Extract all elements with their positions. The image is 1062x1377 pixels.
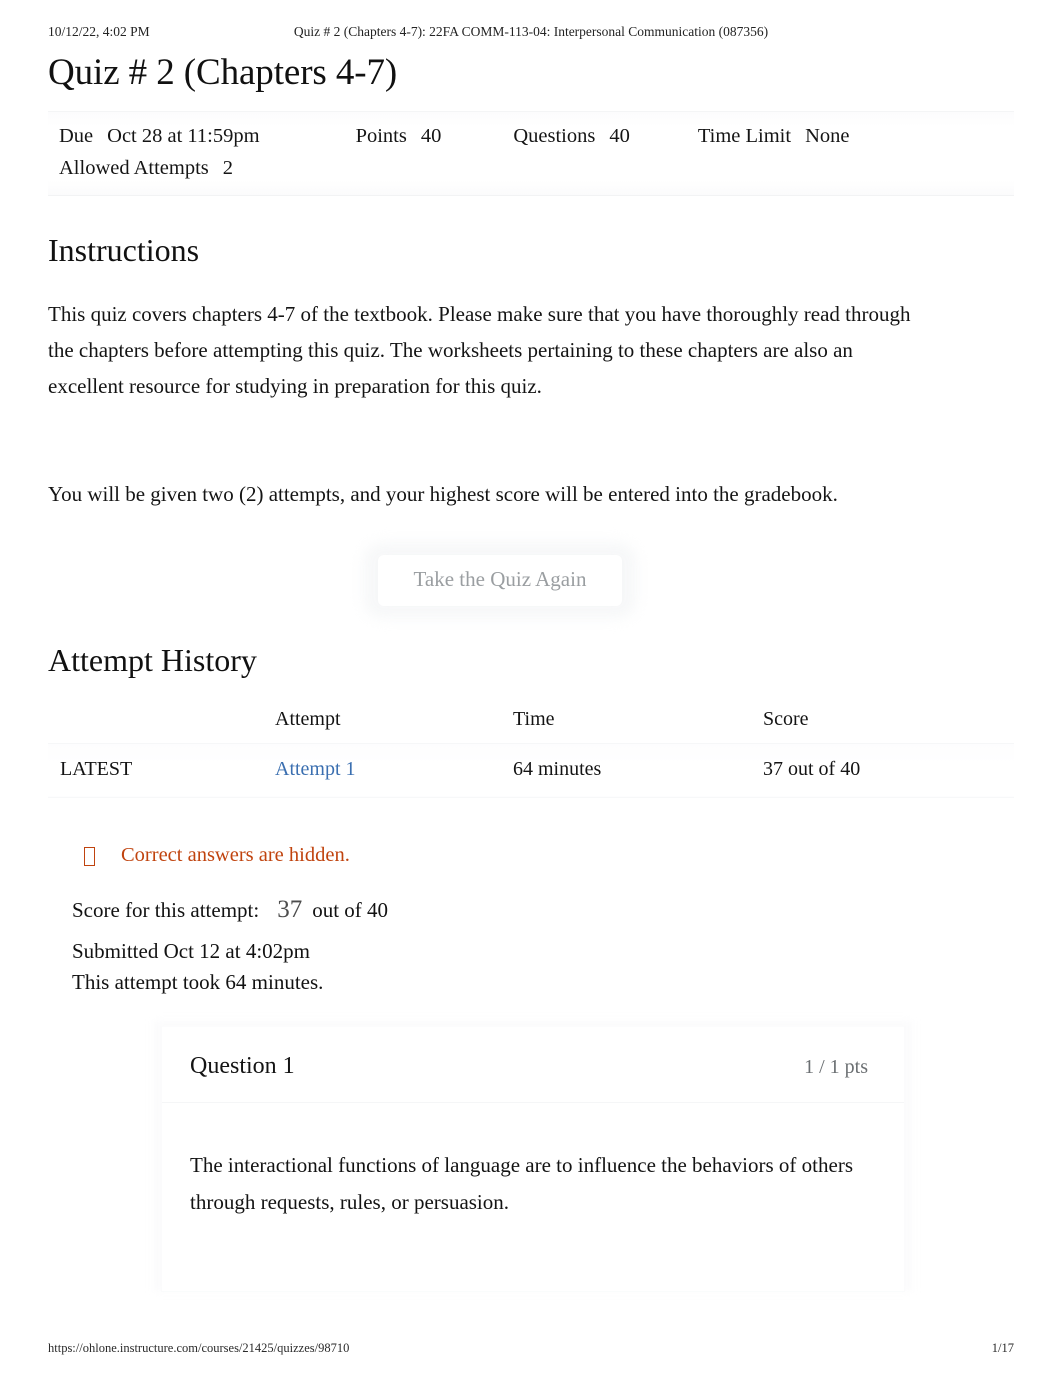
column-header-time: Time (513, 707, 555, 730)
cell-time: 64 minutes (513, 757, 602, 780)
page-title: Quiz # 2 (Chapters 4-7) (48, 52, 398, 93)
question-title: Question 1 (190, 1052, 295, 1079)
attempt-history-thead: Attempt Time Score (48, 704, 1014, 744)
question-text: The interactional functions of language … (190, 1152, 853, 1214)
print-footer: https://ohlone.instructure.com/courses/2… (48, 1339, 1014, 1357)
meta-questions-label: Questions (513, 124, 596, 147)
answers-hidden-text: Correct answers are hidden. (121, 843, 350, 866)
score-value: 37 (277, 895, 303, 923)
meta-points-value: 40 (420, 124, 442, 147)
printed-quiz-page: 10/12/22, 4:02 PM Quiz # 2 (Chapters 4-7… (0, 0, 1062, 1377)
quiz-meta-row-secondary: Allowed Attempts 2 (48, 152, 1014, 185)
meta-time-limit-label: Time Limit (697, 124, 792, 147)
question-card-header: Question 1 1 / 1 pts (162, 1026, 904, 1103)
print-footer-url: https://ohlone.instructure.com/courses/2… (48, 1340, 350, 1355)
meta-points: Points 40 (356, 120, 442, 153)
meta-allowed-attempts-value: 2 (222, 157, 234, 180)
meta-time-limit-value: None (805, 124, 850, 147)
instructions-paragraph-1: This quiz covers chapters 4-7 of the tex… (48, 302, 911, 399)
score-label: Score for this attempt: (72, 897, 260, 922)
missing-glyph-box-icon (84, 846, 95, 866)
cell-score: 37 out of 40 (763, 757, 861, 780)
column-header-attempt: Attempt (275, 707, 341, 730)
meta-allowed-attempts: Allowed Attempts 2 (59, 152, 233, 185)
answers-hidden-notice: Correct answers are hidden. (48, 844, 1014, 867)
table-row: LATEST Attempt 1 64 minutes 37 out of 40 (48, 743, 1014, 798)
attempt-history-heading: Attempt History (48, 641, 257, 678)
meta-due-label: Due (59, 124, 94, 147)
meta-questions: Questions 40 (513, 120, 630, 153)
attempt-duration: This attempt took 64 minutes. (72, 970, 324, 995)
instructions-paragraph-spacer (48, 438, 928, 476)
attempt-history-table: Attempt Time Score LATEST Attempt 1 64 m… (48, 704, 1014, 798)
attempt-summary: Score for this attempt: 37 out of 40 Sub… (48, 891, 1014, 999)
print-footer-page-number: 1/17 (991, 1340, 1014, 1355)
attempt-1-link[interactable]: Attempt 1 (275, 758, 356, 780)
print-header-document-title: Quiz # 2 (Chapters 4-7): 22FA COMM-113-0… (293, 24, 769, 39)
meta-due: Due Oct 28 at 11:59pm (59, 120, 260, 153)
meta-questions-value: 40 (609, 124, 630, 147)
latest-badge: LATEST (60, 757, 133, 780)
take-quiz-again-label: Take the Quiz Again (377, 554, 623, 606)
column-header-latest (48, 704, 275, 744)
instructions-paragraph-2: You will be given two (2) attempts, and … (48, 482, 838, 507)
attempt-history-tbody: LATEST Attempt 1 64 minutes 37 out of 40 (48, 743, 1014, 798)
take-quiz-again-button[interactable]: Take the Quiz Again (363, 542, 637, 618)
quiz-meta-box: Due Oct 28 at 11:59pm Points 40 Question… (48, 110, 1014, 197)
cell-attempt: Attempt 1 (275, 743, 513, 797)
quiz-content: Quiz # 2 (Chapters 4-7) Due Oct 28 at 11… (48, 52, 1014, 1292)
question-card-inner: Question 1 1 / 1 pts The interactional f… (162, 1026, 904, 1292)
meta-allowed-attempts-label: Allowed Attempts (59, 157, 209, 180)
question-points: 1 / 1 pts (804, 1055, 868, 1078)
meta-due-value: Oct 28 at 11:59pm (107, 124, 260, 147)
instructions-body: This quiz covers chapters 4-7 of the tex… (48, 296, 928, 512)
score-out-of: out of 40 (312, 897, 389, 922)
column-header-score: Score (763, 707, 809, 730)
take-quiz-again-wrapper: Take the Quiz Again (48, 542, 1014, 618)
meta-time-limit: Time Limit None (698, 120, 850, 153)
submitted-timestamp: Submitted Oct 12 at 4:02pm (72, 938, 310, 963)
attempt-history-header-row: Attempt Time Score (48, 704, 1014, 744)
cell-latest-tag: LATEST (48, 743, 275, 797)
question-card-body: The interactional functions of language … (162, 1102, 904, 1292)
quiz-meta-row-primary: Due Oct 28 at 11:59pm Points 40 Question… (48, 120, 1014, 153)
print-header: 10/12/22, 4:02 PM Quiz # 2 (Chapters 4-7… (48, 22, 1014, 42)
instructions-heading: Instructions (48, 232, 200, 269)
score-for-attempt-line: Score for this attempt: 37 out of 40 (72, 891, 1014, 930)
meta-points-label: Points (355, 124, 407, 147)
question-card: Question 1 1 / 1 pts The interactional f… (162, 1026, 904, 1292)
